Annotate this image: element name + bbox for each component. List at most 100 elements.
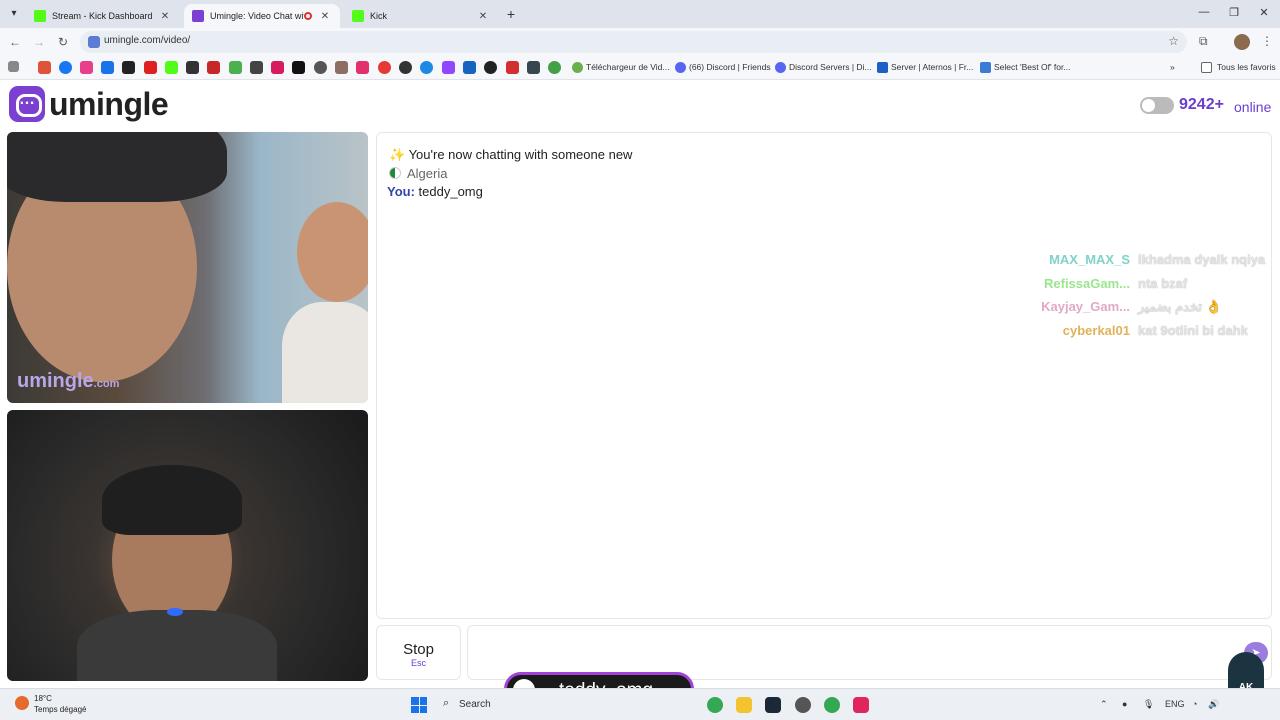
chat-message: You: teddy_omg — [387, 184, 483, 199]
algeria-flag-icon — [389, 167, 401, 179]
close-icon[interactable]: ✕ — [158, 11, 172, 22]
bookmark-icon[interactable] — [314, 61, 327, 74]
bookmark-icon[interactable] — [229, 61, 242, 74]
facebook-icon[interactable] — [59, 61, 72, 74]
bookmark-icon[interactable] — [250, 61, 263, 74]
obs-icon[interactable] — [795, 697, 811, 713]
tiktok-icon[interactable] — [292, 61, 305, 74]
bookmark-best-of[interactable]: Select 'Best Of' for... — [994, 62, 1070, 72]
tab-umingle[interactable]: Umingle: Video Chat with St ✕ — [184, 4, 340, 28]
close-icon[interactable]: ✕ — [476, 11, 490, 22]
restore-icon[interactable]: ❐ — [1224, 6, 1244, 19]
mic-icon[interactable]: 🎙 — [1143, 699, 1154, 710]
aternos-icon[interactable] — [877, 62, 888, 73]
tab-label: Umingle: Video Chat with St — [210, 11, 304, 21]
stop-button[interactable]: Stop Esc — [376, 625, 461, 680]
bookmark-icon[interactable] — [207, 61, 220, 74]
reload-icon[interactable]: ↻ — [55, 34, 71, 50]
back-icon[interactable]: ← — [7, 34, 23, 50]
country-name: Algeria — [407, 166, 448, 181]
address-url[interactable]: umingle.com/video/ — [104, 35, 190, 46]
downloader-icon[interactable] — [572, 62, 583, 73]
discord-servers-icon[interactable] — [775, 62, 786, 73]
youtube-icon[interactable] — [144, 61, 157, 74]
weather-description[interactable]: Temps dégagé — [34, 705, 86, 714]
tab-kick[interactable]: Kick ✕ — [344, 4, 498, 28]
discord-tray-icon[interactable]: ● — [1122, 699, 1127, 709]
mic-light-shape — [167, 608, 183, 616]
stream-chat-row: MAX_MAX_S lkhadma dyalk nqiya — [1000, 252, 1270, 276]
extensions-icon[interactable]: ⧉ — [1199, 34, 1208, 49]
bookmark-icon[interactable] — [101, 61, 114, 74]
site-info-icon[interactable] — [88, 36, 100, 48]
stop-label: Stop — [403, 641, 434, 658]
site-logo[interactable]: umingle — [49, 86, 169, 123]
bookmark-icon[interactable] — [548, 61, 561, 74]
stranger-video: umingle.com — [7, 132, 368, 403]
bookmarks-bar: Téléchargeur de Vid... (66) Discord | Fr… — [0, 56, 1280, 80]
bookmark-icon[interactable] — [527, 61, 540, 74]
bookmark-icon[interactable] — [506, 61, 519, 74]
bookmark-aternos[interactable]: Server | Aternos | Fr... — [891, 62, 973, 72]
cap-shape — [7, 132, 227, 202]
address-bar[interactable]: umingle.com/video/ ☆ — [80, 31, 1187, 53]
kick-bookmark-icon[interactable] — [122, 61, 135, 74]
search-icon[interactable]: ⌕ — [443, 697, 449, 710]
bookmark-star-icon[interactable]: ☆ — [1168, 34, 1179, 48]
all-bookmarks[interactable]: Tous les favoris — [1217, 62, 1276, 72]
windows-start-icon[interactable] — [411, 697, 427, 713]
bookmark-icon[interactable] — [80, 61, 93, 74]
file-explorer-icon[interactable] — [736, 697, 752, 713]
watermark-suffix: .com — [93, 378, 120, 390]
best-of-icon[interactable] — [980, 62, 991, 73]
apps-grid-icon[interactable] — [8, 61, 19, 72]
tab-search-icon[interactable]: ▾ — [6, 6, 22, 22]
wifi-icon[interactable]: ◔ — [1192, 699, 1197, 709]
kick-favicon-icon — [34, 10, 46, 22]
bookmark-icon[interactable] — [335, 61, 348, 74]
bookmark-icon[interactable] — [38, 61, 51, 74]
chevron-up-icon[interactable]: ⌃ — [1100, 699, 1108, 710]
stream-chat-message: تخدم بضمير 👌 — [1138, 299, 1222, 314]
bookmark-icon[interactable] — [463, 61, 476, 74]
weather-temperature[interactable]: 18°C — [34, 694, 52, 703]
bookmark-icon[interactable] — [420, 61, 433, 74]
theme-toggle[interactable] — [1140, 97, 1174, 114]
bookmark-downloader[interactable]: Téléchargeur de Vid... — [586, 62, 669, 72]
bookmark-icon[interactable] — [271, 61, 284, 74]
discord-icon[interactable] — [675, 62, 686, 73]
self-video — [7, 410, 368, 681]
volume-icon[interactable]: 🔊 — [1208, 699, 1219, 710]
online-count: 9242+ — [1179, 96, 1224, 113]
taskbar-search[interactable]: Search — [459, 699, 491, 710]
close-icon[interactable]: ✕ — [318, 11, 332, 22]
umingle-logo-icon[interactable] — [9, 86, 45, 122]
new-tab-icon[interactable]: + — [503, 6, 519, 22]
bookmark-discord-servers[interactable]: Discord Servers | Di... — [789, 62, 872, 72]
bookmark-icon[interactable] — [399, 61, 412, 74]
tiktok-live-icon[interactable] — [853, 697, 869, 713]
chrome-icon[interactable] — [707, 697, 723, 713]
window-close-icon[interactable]: ✕ — [1254, 6, 1274, 19]
folder-icon[interactable] — [1201, 62, 1212, 73]
menu-icon[interactable]: ⋮ — [1261, 34, 1273, 48]
steam-icon[interactable] — [765, 697, 781, 713]
kick-bookmark-icon[interactable] — [165, 61, 178, 74]
chrome-active-icon[interactable] — [824, 697, 840, 713]
language-indicator[interactable]: ENG — [1165, 699, 1185, 709]
forward-icon[interactable]: → — [31, 34, 47, 50]
twitch-icon[interactable] — [442, 61, 455, 74]
windows-taskbar: 18°C Temps dégagé ⌕ Search ⌃ ● 🎙 ENG ◔ 🔊 — [0, 688, 1280, 720]
bookmark-icon[interactable] — [378, 61, 391, 74]
bookmark-icon[interactable] — [186, 61, 199, 74]
stream-chat-user: cyberkal01 — [1062, 322, 1130, 338]
instagram-icon[interactable] — [356, 61, 369, 74]
bookmark-icon[interactable] — [484, 61, 497, 74]
weather-icon[interactable] — [15, 696, 29, 710]
chevron-right-icon[interactable]: » — [1170, 62, 1175, 72]
profile-avatar[interactable] — [1234, 34, 1250, 50]
bookmark-discord-friends[interactable]: (66) Discord | Friends — [689, 62, 771, 72]
minimize-icon[interactable]: — — [1194, 6, 1214, 18]
you-label: You: — [387, 184, 415, 199]
tab-kick-dashboard[interactable]: Stream - Kick Dashboard ✕ — [26, 4, 180, 28]
